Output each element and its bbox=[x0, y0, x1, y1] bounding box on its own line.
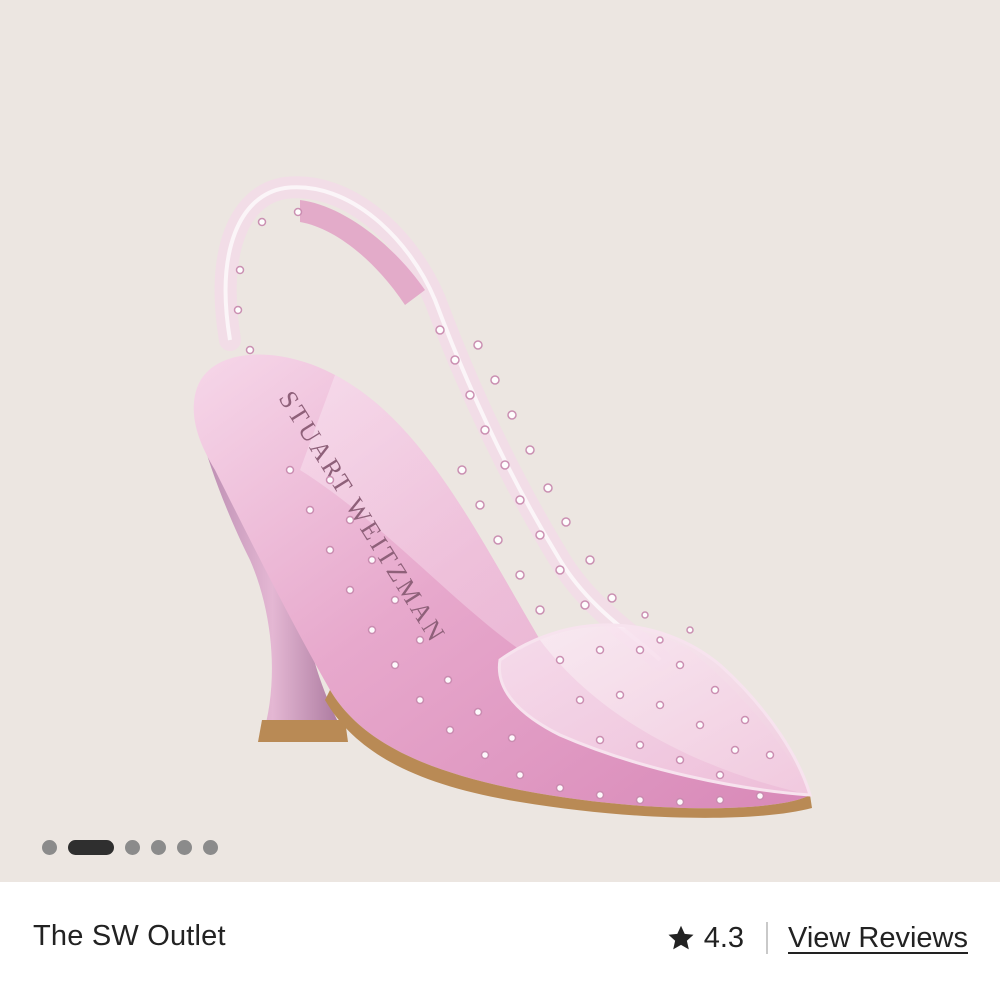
star-icon bbox=[668, 925, 694, 950]
store-name[interactable]: The SW Outlet bbox=[33, 920, 226, 953]
pagination-dot-4[interactable] bbox=[151, 840, 166, 855]
image-pagination-dots bbox=[42, 840, 218, 855]
product-card: STUART WEITZMAN The SW Outlet 4.3 View R… bbox=[0, 0, 1000, 1000]
rating-value: 4.3 bbox=[703, 921, 745, 954]
pagination-dot-3[interactable] bbox=[125, 840, 140, 855]
pagination-dot-1[interactable] bbox=[42, 840, 57, 855]
product-footer: The SW Outlet 4.3 View Reviews bbox=[0, 882, 1000, 1000]
shoe-image[interactable]: STUART WEITZMAN bbox=[0, 0, 1000, 882]
pagination-dot-6[interactable] bbox=[203, 840, 218, 855]
view-reviews-link[interactable]: View Reviews bbox=[788, 922, 968, 955]
product-image-gallery[interactable]: STUART WEITZMAN bbox=[0, 0, 1000, 882]
rating-section: 4.3 View Reviews bbox=[666, 918, 968, 958]
pagination-dot-5[interactable] bbox=[177, 840, 192, 855]
pagination-dot-2-active[interactable] bbox=[68, 840, 114, 855]
rating-divider bbox=[766, 922, 769, 954]
